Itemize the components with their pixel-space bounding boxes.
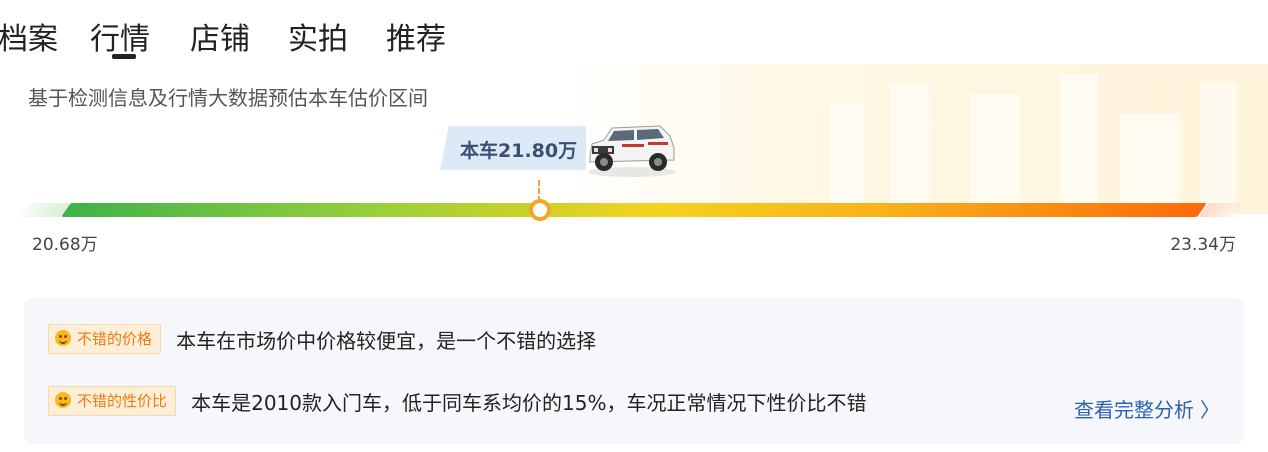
chevron-right-icon: 〉 — [1200, 398, 1220, 422]
price-gradient-bar — [61, 203, 1207, 217]
car-image — [588, 125, 676, 177]
value-rating-badge: 不错的性价比 — [48, 386, 177, 416]
analysis-row: 不错的性价比 本车是2010款入门车，低于同车系均价的15%，车况正常情况下性价… — [48, 386, 866, 418]
smile-icon — [55, 392, 71, 408]
tab-store[interactable]: 店铺 — [190, 14, 250, 58]
active-tab-indicator — [112, 54, 136, 59]
price-range-bar — [19, 200, 1249, 220]
analysis-panel: 不错的价格 本车在市场价中价格较便宜，是一个不错的选择 不错的性价比 本车是20… — [24, 298, 1244, 444]
analysis-row: 不错的价格 本车在市场价中价格较便宜，是一个不错的选择 — [48, 324, 596, 356]
price-min-label: 20.68万 — [32, 235, 98, 255]
view-full-analysis-label[interactable]: 查看完整分析 — [1074, 398, 1194, 422]
current-price-label: 本车21.80万 — [460, 140, 578, 162]
estimate-subtitle: 基于检测信息及行情大数据预估本车估价区间 — [28, 86, 428, 110]
analysis-text: 本车在市场价中价格较便宜，是一个不错的选择 — [176, 328, 597, 353]
analysis-text: 本车是2010款入门车，低于同车系均价的15%，车况正常情况下性价比不错 — [191, 390, 867, 415]
current-price-knob — [529, 199, 551, 221]
view-full-analysis-link[interactable]: 查看完整分析〉 — [1074, 394, 1220, 423]
tab-archive[interactable]: 档案 — [0, 14, 58, 58]
tab-market[interactable]: 行情 — [90, 14, 150, 58]
smile-icon — [55, 330, 71, 346]
tab-photos[interactable]: 实拍 — [288, 14, 348, 58]
badge-label: 不错的性价比 — [77, 392, 168, 410]
price-rating-badge: 不错的价格 — [48, 324, 162, 354]
price-max-label: 23.34万 — [1170, 235, 1236, 255]
badge-label: 不错的价格 — [77, 330, 153, 348]
tab-recommend[interactable]: 推荐 — [386, 14, 446, 58]
